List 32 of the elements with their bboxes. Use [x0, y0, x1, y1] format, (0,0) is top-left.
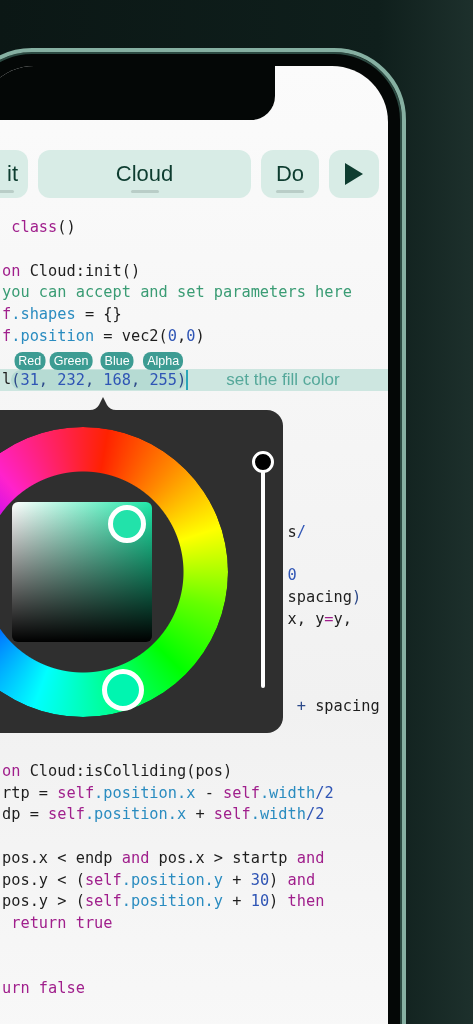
tab[interactable]: Do: [261, 150, 319, 198]
slider-thumb[interactable]: [252, 451, 274, 473]
color-arguments[interactable]: (31, 232, 168, 255): [11, 370, 187, 391]
code-line: x, y=y,: [287, 608, 352, 630]
code-line: pos.y < (self.position.y + 30) and: [2, 869, 316, 891]
code-line: f.position = vec2(0,0): [2, 325, 205, 347]
code-line: on Cloud:isColliding(pos): [2, 760, 233, 782]
code-line: pos.y > (self.position.y + 10) then: [2, 891, 325, 913]
code-line: dp = self.position.x + self.width/2: [2, 804, 325, 826]
code-line: return true: [11, 913, 113, 934]
channel-label: Green: [49, 352, 93, 370]
code-line: + spacing: [296, 695, 380, 717]
hint-text: set the fill color: [226, 370, 340, 391]
code-line: 0: [287, 565, 297, 586]
tab[interactable]: Cloud: [38, 150, 251, 198]
code-line: class(): [11, 217, 76, 238]
code-line: s/: [287, 521, 306, 543]
saturation-square[interactable]: [12, 502, 152, 642]
text-cursor: [186, 370, 189, 391]
channel-label: Alpha: [143, 352, 184, 370]
channel-label: Blue: [100, 352, 134, 370]
code-text: l: [2, 369, 12, 391]
channel-label: Red: [14, 352, 46, 370]
code-line: spacing): [287, 586, 362, 608]
code-line: pos.x < endp and pos.x > startp and: [2, 847, 325, 869]
code-line: you can accept and set parameters here: [2, 282, 352, 304]
code-line: urn false: [2, 978, 85, 1000]
code-line: rtp = self.position.x - self.width/2: [2, 782, 334, 804]
code-line: f.shapes = {}: [2, 304, 122, 325]
run-button[interactable]: [329, 150, 379, 198]
play-icon: [345, 163, 363, 185]
code-line: on Cloud:init(): [2, 260, 141, 282]
